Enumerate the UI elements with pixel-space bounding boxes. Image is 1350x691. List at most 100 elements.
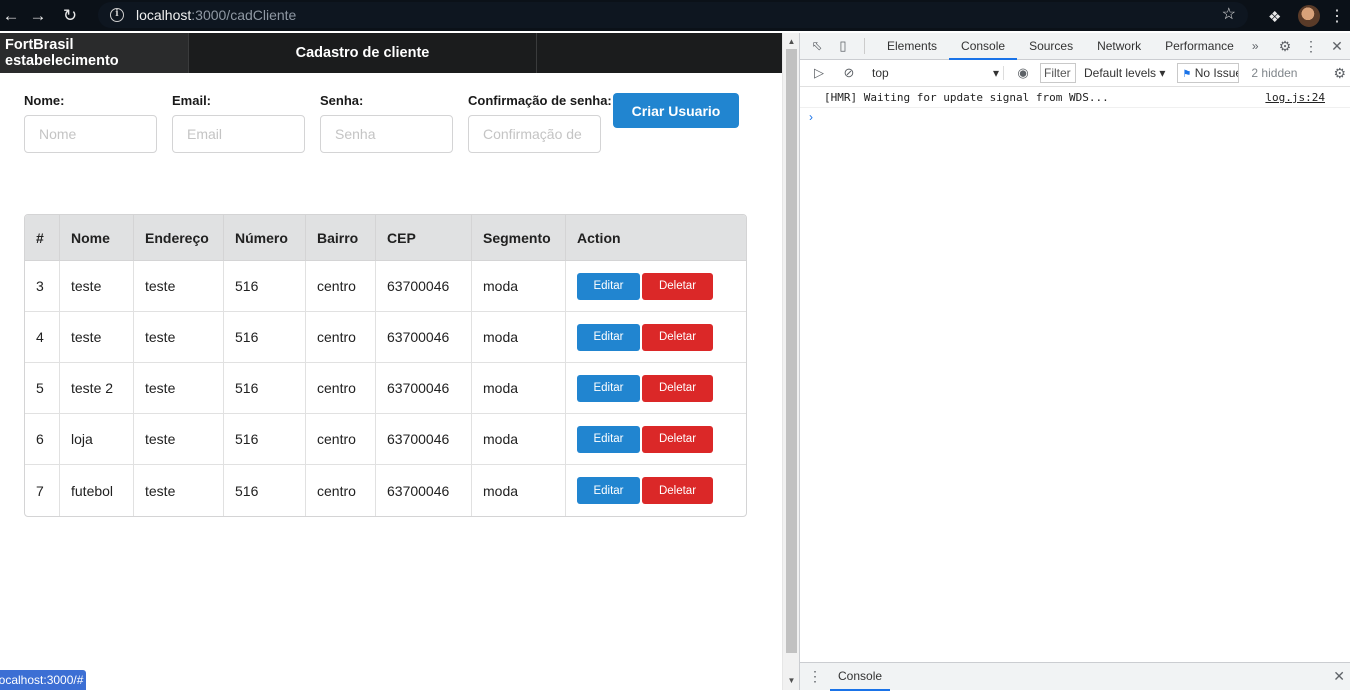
bookmark-star-icon[interactable]: ☆ xyxy=(1222,4,1236,24)
edit-button[interactable]: Editar xyxy=(577,272,640,300)
cell-cep: 63700046 xyxy=(375,363,471,414)
log-levels-label: Default levels xyxy=(1084,66,1157,80)
clients-table: # Nome Endereço Número Bairro CEP Segmen… xyxy=(24,214,747,517)
profile-avatar[interactable] xyxy=(1298,4,1320,27)
delete-button[interactable]: Deletar xyxy=(642,272,713,300)
drawer-tab-console[interactable]: Console xyxy=(830,663,891,691)
device-toolbar-icon[interactable]: ▯ xyxy=(834,38,852,54)
status-bar-url: localhost:3000/# xyxy=(0,670,86,690)
cell-cep: 63700046 xyxy=(375,414,471,465)
column-header-cep: CEP xyxy=(375,215,471,261)
drawer-menu-icon[interactable]: ⋮ xyxy=(800,668,830,685)
brand-menu-item[interactable]: FortBrasil estabelecimento xyxy=(0,33,189,73)
address-bar[interactable]: i localhost:3000/cadCliente ☆ xyxy=(98,2,1248,28)
console-filter-input[interactable]: Filter xyxy=(1040,63,1076,83)
cell-numero: 516 xyxy=(223,312,305,363)
tab-console[interactable]: Console xyxy=(949,33,1018,60)
name-input[interactable] xyxy=(24,115,157,153)
back-icon[interactable]: ← xyxy=(0,0,22,31)
column-header-action: Action xyxy=(565,215,746,261)
settings-gear-icon[interactable]: ⚙ xyxy=(1272,38,1298,55)
context-select[interactable]: top ▾ xyxy=(872,66,1004,80)
devtools-menu-icon[interactable]: ⋮ xyxy=(1298,38,1324,55)
url-path: :3000/cadCliente xyxy=(191,7,297,23)
cell-bairro: centro xyxy=(305,261,375,312)
password-input[interactable] xyxy=(320,115,453,153)
delete-button[interactable]: Deletar xyxy=(642,477,713,504)
chevron-down-icon: ▾ xyxy=(1159,66,1166,80)
edit-button[interactable]: Editar xyxy=(577,477,640,504)
cell-segmento: moda xyxy=(471,465,565,516)
delete-button[interactable]: Deletar xyxy=(642,425,713,453)
tab-performance[interactable]: Performance xyxy=(1153,33,1246,60)
close-devtools-icon[interactable]: ✕ xyxy=(1324,38,1350,55)
chevron-right-icon: › xyxy=(809,110,813,124)
menu-item-cadastro-cliente[interactable]: Cadastro de cliente xyxy=(189,33,537,73)
cell-bairro: centro xyxy=(305,363,375,414)
column-header-nome: Nome xyxy=(59,215,133,261)
column-header-endereco: Endereço xyxy=(133,215,223,261)
edit-button[interactable]: Editar xyxy=(577,374,640,402)
cell-endereco: teste xyxy=(133,414,223,465)
name-field-group: Nome: xyxy=(24,93,157,153)
more-tabs-icon[interactable]: » xyxy=(1252,39,1259,53)
edit-button[interactable]: Editar xyxy=(577,323,640,351)
sidebar-toggle-icon[interactable]: ▷ xyxy=(808,65,830,81)
cell-segmento: moda xyxy=(471,261,565,312)
tab-elements[interactable]: Elements xyxy=(875,33,949,60)
confirm-password-label: Confirmação de senha: xyxy=(468,93,612,108)
column-header-segmento: Segmento xyxy=(471,215,565,261)
app-viewport: FortBrasil estabelecimento Cadastro de c… xyxy=(0,33,782,690)
tab-sources[interactable]: Sources xyxy=(1017,33,1085,60)
cell-actions: Editar Deletar xyxy=(565,312,746,363)
clear-console-icon[interactable]: ⊘ xyxy=(838,65,860,81)
scroll-down-icon[interactable]: ▼ xyxy=(783,674,800,688)
close-drawer-icon[interactable]: ✕ xyxy=(1333,668,1345,685)
cell-endereco: teste xyxy=(133,312,223,363)
cell-nome: teste xyxy=(59,312,133,363)
cell-id: 3 xyxy=(25,261,59,312)
cell-actions: Editar Deletar xyxy=(565,414,746,465)
hidden-count: 2 hidden xyxy=(1251,66,1298,80)
cell-cep: 63700046 xyxy=(375,465,471,516)
create-client-form: Nome: Email: Senha: Confirmação de senha… xyxy=(24,93,739,153)
delete-button[interactable]: Deletar xyxy=(642,323,713,351)
cell-numero: 516 xyxy=(223,414,305,465)
log-levels-select[interactable]: Default levels ▾ xyxy=(1084,66,1165,80)
table-row: 7 futebol teste 516 centro 63700046 moda… xyxy=(25,465,746,516)
scroll-up-icon[interactable]: ▲ xyxy=(783,35,800,49)
cell-numero: 516 xyxy=(223,465,305,516)
delete-button[interactable]: Deletar xyxy=(642,374,713,402)
scrollbar-thumb[interactable] xyxy=(786,49,797,653)
console-message-text: [HMR] Waiting for update signal from WDS… xyxy=(824,91,1109,104)
name-label: Nome: xyxy=(24,93,65,108)
cell-bairro: centro xyxy=(305,312,375,363)
issues-flag-icon: ⚑ xyxy=(1182,69,1192,80)
cell-cep: 63700046 xyxy=(375,261,471,312)
site-info-icon[interactable]: i xyxy=(110,8,124,22)
create-user-button[interactable]: Criar Usuario xyxy=(613,93,739,128)
chevron-down-icon: ▾ xyxy=(992,66,999,80)
console-prompt[interactable]: › xyxy=(800,108,1350,128)
inspect-element-icon[interactable]: ⬁ xyxy=(808,38,826,54)
edit-button[interactable]: Editar xyxy=(577,425,640,453)
email-label: Email: xyxy=(172,93,212,108)
live-expression-eye-icon[interactable]: ◉ xyxy=(1012,65,1034,81)
issues-button[interactable]: ⚑ No Issues xyxy=(1177,63,1240,83)
cell-actions: Editar Deletar xyxy=(565,465,746,516)
confirm-password-input[interactable] xyxy=(468,115,601,153)
console-source-link[interactable]: log.js:24 xyxy=(1265,87,1325,108)
cell-id: 7 xyxy=(36,482,44,499)
browser-menu-icon[interactable]: ⋮ xyxy=(1328,6,1346,26)
extensions-puzzle-icon[interactable]: ❖ xyxy=(1268,8,1284,26)
cell-nome: loja xyxy=(59,414,133,465)
console-settings-gear-icon[interactable]: ⚙ xyxy=(1333,65,1346,82)
page-scrollbar[interactable]: ▲ ▼ xyxy=(782,33,799,690)
email-input[interactable] xyxy=(172,115,305,153)
forward-icon[interactable]: → xyxy=(22,0,54,31)
cell-endereco: teste xyxy=(133,261,223,312)
reload-icon[interactable]: ↻ xyxy=(54,0,86,31)
cell-nome: teste 2 xyxy=(59,363,133,414)
cell-endereco: teste xyxy=(133,363,223,414)
tab-network[interactable]: Network xyxy=(1085,33,1153,60)
